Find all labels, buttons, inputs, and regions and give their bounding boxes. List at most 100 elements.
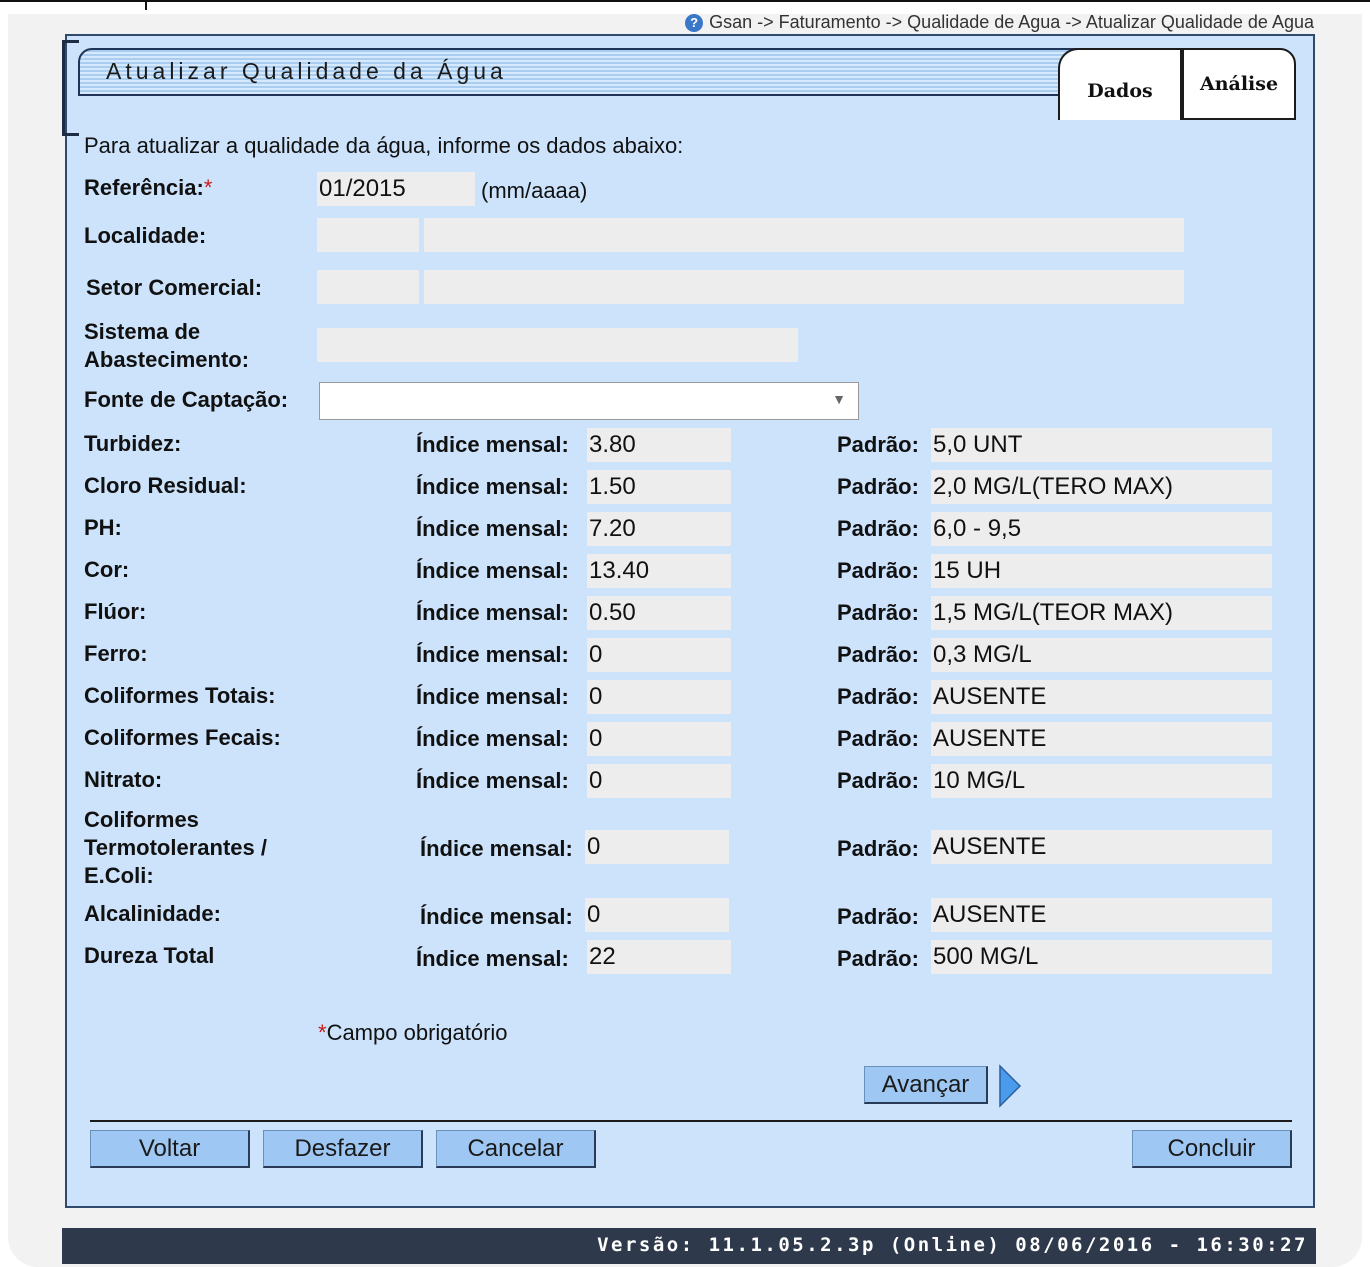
indice-input-dureza[interactable]: 22 — [587, 940, 731, 974]
breadcrumb-text: Gsan -> Faturamento -> Qualidade de Agua… — [709, 12, 1314, 32]
sistema-label-line1: Sistema de — [84, 319, 201, 344]
voltar-button[interactable]: Voltar — [90, 1130, 250, 1168]
padrao-input-coliformes-totais[interactable]: AUSENTE — [931, 680, 1272, 714]
concluir-button[interactable]: Concluir — [1132, 1130, 1292, 1168]
padrao-label: Padrão: — [837, 600, 919, 625]
tab-analise-label: Análise — [1199, 73, 1279, 95]
tab-analise[interactable]: Análise — [1182, 48, 1296, 120]
padrao-input-alcalinidade[interactable]: AUSENTE — [931, 898, 1272, 932]
indice-label: Índice mensal: — [416, 558, 569, 583]
setor-code-input[interactable] — [317, 270, 419, 304]
required-note-mark: * — [318, 1020, 327, 1045]
indice-input-cor[interactable]: 13.40 — [587, 554, 731, 588]
indice-label: Índice mensal: — [420, 904, 573, 929]
padrao-label: Padrão: — [837, 642, 919, 667]
required-mark: * — [203, 175, 213, 200]
help-icon[interactable]: ? — [685, 13, 704, 32]
indice-input-termotolerantes[interactable]: 0 — [585, 830, 729, 864]
desfazer-button[interactable]: Desfazer — [263, 1130, 423, 1168]
padrao-input-dureza[interactable]: 500 MG/L — [931, 940, 1272, 974]
param-name-ferro: Ferro: — [84, 641, 148, 666]
referencia-input[interactable]: 01/2015 — [317, 172, 475, 206]
param-name-ph: PH: — [84, 515, 122, 540]
padrao-input-ferro[interactable]: 0,3 MG/L — [931, 638, 1272, 672]
padrao-input-fluor[interactable]: 1,5 MG/L(TEOR MAX) — [931, 596, 1272, 630]
padrao-input-cloro[interactable]: 2,0 MG/L(TERO MAX) — [931, 470, 1272, 504]
setor-name-input[interactable] — [424, 270, 1184, 304]
indice-label: Índice mensal: — [416, 600, 569, 625]
tab-dados-label: Dados — [1087, 80, 1153, 102]
param-name-cloro: Cloro Residual: — [84, 473, 247, 498]
padrao-label: Padrão: — [837, 516, 919, 541]
localidade-label: Localidade: — [84, 223, 207, 248]
top-border-mark — [145, 0, 147, 10]
param-name-turbidez: Turbidez: — [84, 431, 182, 456]
param-name-nitrato: Nitrato: — [84, 767, 163, 792]
padrao-label: Padrão: — [837, 836, 919, 861]
param-name-cor: Cor: — [84, 557, 130, 582]
chevron-down-icon: ▼ — [832, 391, 846, 407]
bottom-separator — [90, 1120, 1292, 1122]
indice-input-nitrato[interactable]: 0 — [587, 764, 731, 798]
sistema-input[interactable] — [317, 328, 798, 362]
avancar-button[interactable]: Avançar — [864, 1066, 988, 1104]
indice-input-fluor[interactable]: 0.50 — [587, 596, 731, 630]
breadcrumb: ? Gsan -> Faturamento -> Qualidade de Ag… — [685, 12, 1314, 33]
param-name-termotolerantes-line1: Coliformes — [84, 807, 199, 832]
referencia-hint: (mm/aaaa) — [481, 178, 588, 203]
param-name-dureza: Dureza Total — [84, 943, 215, 968]
indice-label: Índice mensal: — [416, 516, 569, 541]
referencia-label: Referência:* — [84, 174, 212, 202]
indice-label: Índice mensal: — [416, 768, 569, 793]
indice-input-turbidez[interactable]: 3.80 — [587, 428, 731, 462]
indice-input-ph[interactable]: 7.20 — [587, 512, 731, 546]
indice-input-cloro[interactable]: 1.50 — [587, 470, 731, 504]
indice-label: Índice mensal: — [416, 642, 569, 667]
sistema-label-line2: Abastecimento: — [84, 347, 250, 372]
padrao-input-turbidez[interactable]: 5,0 UNT — [931, 428, 1272, 462]
arrow-right-icon[interactable] — [998, 1064, 1022, 1108]
indice-input-ferro[interactable]: 0 — [587, 638, 731, 672]
indice-input-coliformes-fecais[interactable]: 0 — [587, 722, 731, 756]
indice-label: Índice mensal: — [416, 946, 569, 971]
param-name-coliformes-totais: Coliformes Totais: — [84, 683, 276, 708]
padrao-input-ph[interactable]: 6,0 - 9,5 — [931, 512, 1272, 546]
param-name-alcalinidade: Alcalinidade: — [84, 901, 221, 926]
padrao-label: Padrão: — [837, 432, 919, 457]
fonte-label: Fonte de Captação: — [84, 387, 289, 412]
indice-input-alcalinidade[interactable]: 0 — [585, 898, 729, 932]
padrao-label: Padrão: — [837, 768, 919, 793]
required-note-text: Campo obrigatório — [326, 1020, 508, 1045]
param-name-termotolerantes-line2: Termotolerantes / — [84, 835, 267, 860]
form-intro: Para atualizar a qualidade da água, info… — [84, 133, 684, 158]
param-name-fluor: Flúor: — [84, 599, 147, 624]
padrao-label: Padrão: — [837, 946, 919, 971]
version-text: Versão: 11.1.05.2.3p (Online) 08/06/2016… — [597, 1234, 1308, 1256]
param-name-termotolerantes-line3: E.Coli: — [84, 863, 154, 888]
tab-dados[interactable]: Dados — [1058, 48, 1182, 120]
footer-bar: Versão: 11.1.05.2.3p (Online) 08/06/2016… — [62, 1228, 1316, 1264]
padrao-input-coliformes-fecais[interactable]: AUSENTE — [931, 722, 1272, 756]
padrao-input-termotolerantes[interactable]: AUSENTE — [931, 830, 1272, 864]
cancelar-button[interactable]: Cancelar — [436, 1130, 596, 1168]
page-title: Atualizar Qualidade da Água — [106, 58, 507, 84]
localidade-name-input[interactable] — [424, 218, 1184, 252]
padrao-input-nitrato[interactable]: 10 MG/L — [931, 764, 1272, 798]
padrao-label: Padrão: — [837, 684, 919, 709]
indice-label: Índice mensal: — [416, 474, 569, 499]
padrao-input-cor[interactable]: 15 UH — [931, 554, 1272, 588]
top-border-line — [0, 0, 1370, 2]
fonte-select[interactable]: ▼ — [319, 382, 859, 420]
indice-label: Índice mensal: — [420, 836, 573, 861]
localidade-code-input[interactable] — [317, 218, 419, 252]
required-note: *Campo obrigatório — [318, 1020, 508, 1046]
setor-label: Setor Comercial: — [86, 275, 263, 300]
indice-input-coliformes-totais[interactable]: 0 — [587, 680, 731, 714]
padrao-label: Padrão: — [837, 474, 919, 499]
panel-left-bracket — [62, 40, 79, 136]
padrao-label: Padrão: — [837, 726, 919, 751]
indice-label: Índice mensal: — [416, 432, 569, 457]
param-name-coliformes-fecais: Coliformes Fecais: — [84, 725, 281, 750]
padrao-label: Padrão: — [837, 904, 919, 929]
indice-label: Índice mensal: — [416, 726, 569, 751]
